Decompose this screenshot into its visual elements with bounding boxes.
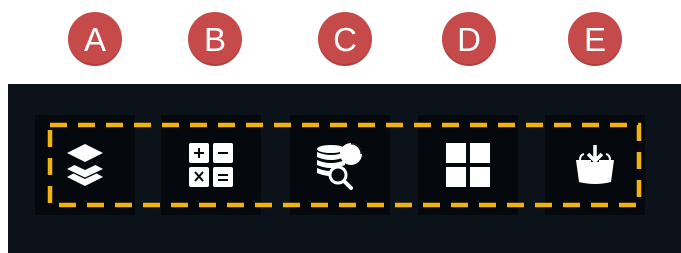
basket-add-icon	[570, 140, 620, 190]
database-search-report-icon	[313, 138, 367, 192]
layers-button[interactable]	[35, 115, 135, 215]
calculator-icon	[186, 140, 236, 190]
database-report-button[interactable]	[290, 115, 390, 215]
toolbar	[8, 84, 681, 253]
layers-icon	[60, 140, 110, 190]
label-badge-d: D	[442, 12, 496, 66]
grid-widgets-button[interactable]	[418, 115, 518, 215]
label-badge-c: C	[318, 12, 372, 66]
calculator-button[interactable]	[161, 115, 261, 215]
label-badge-a: A	[68, 12, 122, 66]
label-badge-b: B	[188, 12, 242, 66]
label-badge-e: E	[568, 12, 622, 66]
grid-widgets-icon	[443, 140, 493, 190]
basket-add-button[interactable]	[545, 115, 645, 215]
